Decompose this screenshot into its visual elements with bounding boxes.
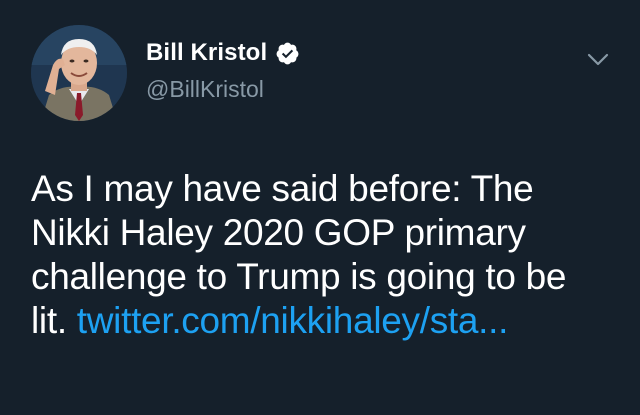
- verified-badge-icon: [275, 41, 300, 66]
- tweet-text-line-4: lit. twitter.com/nikkihaley/sta...: [31, 299, 621, 343]
- tweet-text-line-3: challenge to Trump is going to be: [31, 256, 567, 297]
- author-handle[interactable]: @BillKristol: [146, 76, 264, 103]
- tweet-text-line-4-prefix: lit.: [31, 300, 77, 341]
- tweet-text: As I may have said before: The Nikki Hal…: [31, 167, 621, 343]
- more-options-button[interactable]: [583, 44, 613, 74]
- tweet-link[interactable]: twitter.com/nikkihaley/sta...: [77, 300, 509, 341]
- chevron-down-icon: [587, 53, 609, 66]
- avatar-image: [31, 25, 127, 121]
- avatar[interactable]: [31, 25, 127, 121]
- tweet-card[interactable]: Bill Kristol @BillKristol As I may have …: [0, 0, 640, 415]
- tweet-text-line-2: Nikki Haley 2020 GOP primary: [31, 212, 526, 253]
- tweet-text-line-1: As I may have said before: The: [31, 168, 534, 209]
- author-display-name[interactable]: Bill Kristol: [146, 39, 267, 67]
- author-name-row[interactable]: Bill Kristol: [146, 38, 300, 68]
